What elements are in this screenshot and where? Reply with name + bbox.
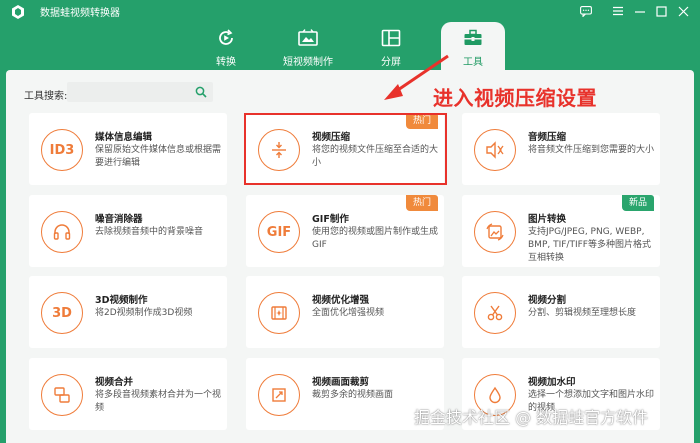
close-icon[interactable] [675, 3, 691, 19]
crop-icon [258, 374, 300, 416]
merge-icon [41, 374, 83, 416]
hot-badge: 热门 [405, 195, 438, 211]
menu-icon[interactable] [610, 3, 626, 19]
tool-desc: 支持JPG/JPEG, PNG, WEBP, BMP, TIF/TIFF等多种图… [528, 227, 651, 263]
tool-title: GIF制作 [312, 214, 349, 225]
new-badge: 新品 [621, 195, 654, 211]
tab-video-maker[interactable]: 短视频制作 [276, 22, 340, 70]
tool-desc: 分割、剪辑视频至理想长度 [528, 308, 637, 318]
tool-desc: 将多段音视频素材合并为一个视频 [95, 390, 222, 413]
tool-card-video-merge[interactable]: 视频合并 将多段音视频素材合并为一个视频 [29, 358, 227, 430]
tool-desc: 去除视频音频中的背景噪音 [95, 227, 204, 237]
tool-title: 3D视频制作 [95, 295, 148, 306]
toolbox-icon [463, 28, 483, 48]
annotation-text: 进入视频压缩设置 [433, 86, 597, 110]
search-input[interactable] [67, 82, 213, 102]
tool-desc: 保留原始文件媒体信息或根据需要进行编辑 [95, 145, 222, 168]
tool-title: 视频分割 [528, 295, 567, 306]
tab-split-screen[interactable]: 分屏 [359, 22, 423, 70]
tab-label: 分屏 [381, 57, 401, 68]
image-convert-icon [474, 211, 516, 253]
annotation-highlight-box [244, 113, 447, 185]
tab-tools[interactable]: 工具 [441, 22, 505, 70]
audio-compress-icon [474, 129, 516, 171]
3d-icon: 3D [41, 292, 83, 334]
tool-title: 图片转换 [528, 214, 567, 225]
feedback-icon[interactable] [578, 3, 594, 19]
search-icon[interactable] [195, 86, 207, 98]
video-maker-icon [298, 28, 318, 48]
gif-icon: GIF [258, 211, 300, 253]
tool-card-video-enhance[interactable]: 视频优化增强 全面优化增强视频 [246, 276, 444, 348]
tab-label: 转换 [216, 57, 236, 68]
tool-title: 视频加水印 [528, 377, 576, 388]
id3-icon: ID3 [41, 129, 83, 171]
tool-desc: 裁剪多余的视频画面 [312, 390, 394, 400]
tool-title: 视频合并 [95, 377, 134, 388]
tool-card-gif-maker[interactable]: GIF GIF制作 使用您的视频或图片制作或生成GIF 热门 [246, 195, 444, 267]
enhance-icon [258, 292, 300, 334]
convert-icon [216, 28, 236, 48]
minimize-icon[interactable] [632, 3, 648, 19]
tool-card-audio-compress[interactable]: 音频压缩 将音频文件压缩到您需要的大小 [462, 113, 660, 185]
title-bar: 数据蛙视频转换器 [0, 0, 700, 22]
split-screen-icon [381, 28, 401, 48]
tool-desc: 全面优化增强视频 [312, 308, 385, 318]
tool-title: 媒体信息编辑 [95, 132, 153, 143]
tool-card-noise-remover[interactable]: 噪音消除器 去除视频音频中的背景噪音 [29, 195, 227, 267]
headphones-icon [41, 211, 83, 253]
search-label: 工具搜索: [24, 91, 68, 102]
tab-label: 短视频制作 [283, 57, 333, 68]
tool-title: 视频画面裁剪 [312, 377, 370, 388]
tool-title: 噪音消除器 [95, 214, 143, 225]
main-tabs: 转换 短视频制作 分屏 工具 [0, 22, 700, 70]
scissors-icon [474, 292, 516, 334]
tool-desc: 将音频文件压缩到您需要的大小 [528, 145, 655, 155]
tool-card-video-split[interactable]: 视频分割 分割、剪辑视频至理想长度 [462, 276, 660, 348]
tab-convert[interactable]: 转换 [194, 22, 258, 70]
tool-desc: 使用您的视频或图片制作或生成GIF [312, 227, 439, 250]
tool-card-media-info[interactable]: ID3 媒体信息编辑 保留原始文件媒体信息或根据需要进行编辑 [29, 113, 227, 185]
tab-label: 工具 [463, 57, 483, 68]
site-watermark: 掘金技术社区 @ 数据蛙官方软件 [414, 408, 649, 427]
tool-title: 音频压缩 [528, 132, 567, 143]
app-title: 数据蛙视频转换器 [40, 8, 120, 19]
maximize-icon[interactable] [653, 3, 669, 19]
tool-desc: 将2D视频制作成3D视频 [95, 308, 193, 318]
tool-card-3d-maker[interactable]: 3D 3D视频制作 将2D视频制作成3D视频 [29, 276, 227, 348]
tool-title: 视频优化增强 [312, 295, 370, 306]
tool-card-image-convert[interactable]: 图片转换 支持JPG/JPEG, PNG, WEBP, BMP, TIF/TIF… [462, 195, 660, 267]
app-logo-icon [12, 5, 24, 19]
